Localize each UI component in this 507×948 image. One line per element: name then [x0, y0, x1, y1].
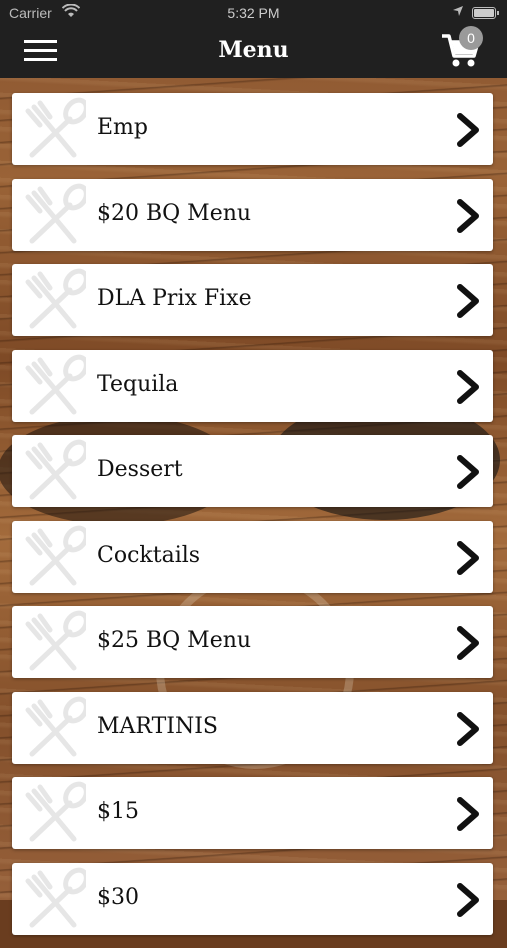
menu-list-item[interactable]: MARTINIS	[12, 691, 493, 764]
chevron-right-icon	[457, 113, 479, 147]
menu-list-item[interactable]: $25 BQ Menu	[12, 606, 493, 678]
fork-spoon-icon	[25, 525, 86, 585]
chevron-right-icon	[457, 455, 479, 489]
fork-spoon-icon	[25, 97, 86, 158]
chevron-right-icon	[457, 284, 479, 318]
cart-count-badge: 0	[459, 26, 483, 50]
menu-item-label: $20 BQ Menu	[97, 200, 252, 226]
chevron-right-icon	[457, 369, 479, 404]
menu-list-item[interactable]: DLA Prix Fixe	[12, 264, 493, 336]
fork-spoon-icon	[25, 354, 86, 414]
page-title: Menu	[218, 37, 289, 63]
menu-list-item[interactable]: Cocktails	[12, 520, 493, 593]
menu-list-item[interactable]: Dessert	[12, 435, 493, 507]
menu-list-item[interactable]: $20 BQ Menu	[12, 178, 493, 251]
status-bar: Carrier 5:32 PM	[0, 0, 507, 28]
menu-item-label: Tequila	[97, 371, 179, 397]
fork-spoon-icon	[25, 696, 86, 756]
menu-list-item[interactable]: Emp	[12, 93, 493, 165]
fork-spoon-icon	[25, 268, 86, 329]
battery-icon	[472, 7, 499, 19]
chevron-right-icon	[457, 198, 479, 233]
menu-item-label: MARTINIS	[97, 713, 218, 739]
chevron-right-icon	[457, 797, 479, 831]
menu-item-label: Dessert	[97, 457, 183, 482]
top-bar: Carrier 5:32 PM Menu 0	[0, 0, 507, 78]
menu-item-label: $15	[97, 799, 139, 824]
menu-list: Emp $20 BQ Menu DLA Prix Fixe Tequila De…	[12, 93, 493, 948]
fork-spoon-icon	[25, 439, 86, 500]
chevron-right-icon	[457, 540, 479, 575]
fork-spoon-icon	[25, 183, 86, 243]
chevron-right-icon	[457, 626, 479, 660]
menu-list-item[interactable]: Tequila	[12, 349, 493, 422]
menu-item-label: $25 BQ Menu	[97, 628, 252, 653]
fork-spoon-icon	[25, 610, 86, 671]
menu-item-label: $30	[97, 884, 139, 910]
menu-list-item[interactable]: $15	[12, 777, 493, 849]
status-time: 5:32 PM	[227, 5, 280, 21]
menu-item-label: Emp	[97, 115, 149, 140]
fork-spoon-icon	[25, 781, 86, 842]
chevron-right-icon	[457, 711, 479, 746]
location-arrow-icon	[453, 6, 463, 16]
menu-item-label: DLA Prix Fixe	[97, 286, 252, 311]
menu-list-item[interactable]: $30	[12, 862, 493, 935]
menu-item-label: Cocktails	[97, 542, 201, 568]
